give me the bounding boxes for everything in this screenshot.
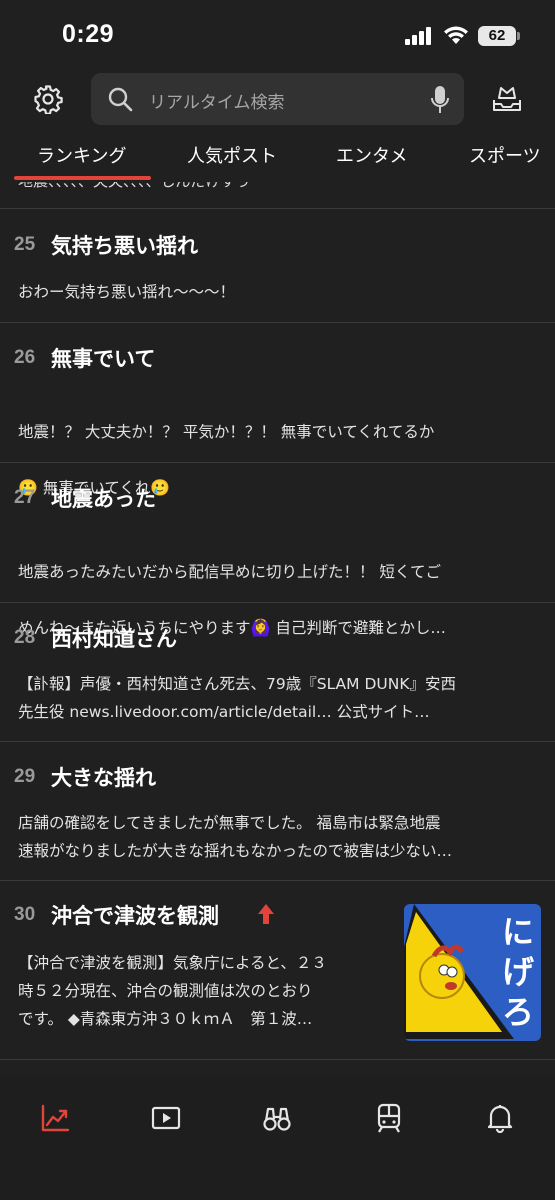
divider <box>0 208 555 209</box>
divider <box>0 602 555 603</box>
divider <box>0 1059 555 1060</box>
divider <box>0 741 555 742</box>
video-icon[interactable] <box>151 1103 181 1133</box>
tab-sports[interactable]: スポーツ <box>469 142 541 168</box>
bell-icon[interactable] <box>485 1103 515 1133</box>
header: リアルタイム検索 <box>0 70 555 130</box>
rank-number: 29 <box>14 766 36 787</box>
cellular-signal-icon <box>405 27 435 45</box>
tab-ranking[interactable]: ランキング <box>37 142 126 168</box>
item-description: 【訃報】声優・西村知道さん死去、79歳『SLAM DUNK』安西 先生役 new… <box>18 675 456 721</box>
rank-number: 30 <box>14 904 36 925</box>
list-item[interactable]: 27 地震あった 地震あったみたいだから配信早めに切り上げた！！ 短くてご めん… <box>0 487 555 637</box>
battery-indicator: 62 <box>478 26 516 46</box>
divider <box>0 462 555 463</box>
item-thumbnail[interactable]: にげろ <box>404 904 541 1041</box>
list-item[interactable]: 25 気持ち悪い揺れ おわー気持ち悪い揺れ〜〜〜！ <box>0 234 555 322</box>
rank-number: 25 <box>14 234 36 255</box>
item-title: 地震あった <box>51 487 156 511</box>
item-title: 無事でいて <box>51 347 156 371</box>
trend-list[interactable]: 地震、、、、、夫夫、、、、しんだけすう 25 気持ち悪い揺れ おわー気持ち悪い揺… <box>0 182 555 1075</box>
trending-up-arrow-icon <box>258 904 274 924</box>
item-title: 西村知道さん <box>51 627 177 651</box>
trending-icon[interactable] <box>40 1103 70 1133</box>
list-item[interactable]: 28 西村知道さん 【訃報】声優・西村知道さん死去、79歳『SLAM DUNK』… <box>0 627 555 742</box>
item-title: 大きな揺れ <box>51 766 156 790</box>
rank-number: 28 <box>14 627 36 648</box>
binoculars-icon[interactable] <box>262 1103 292 1133</box>
item-title: 沖合で津波を観測 <box>51 904 219 928</box>
divider <box>0 880 555 881</box>
item-description: 店舗の確認をしてきましたが無事でした。 福島市は緊急地震 速報がなりましたが大き… <box>18 814 453 860</box>
item-title: 気持ち悪い揺れ <box>51 234 198 258</box>
gear-icon[interactable] <box>33 84 63 114</box>
wifi-icon <box>444 26 468 44</box>
tab-entertainment[interactable]: エンタメ <box>336 142 407 168</box>
thumbnail-caption: にげろ <box>501 913 534 1031</box>
list-item[interactable]: 30 沖合で津波を観測 【沖合で津波を観測】気象庁によると、２３ 時５２分現在、… <box>0 904 555 1054</box>
status-bar: 0:29 62 <box>0 0 555 70</box>
rank-number: 27 <box>14 487 36 508</box>
list-item[interactable]: 29 大きな揺れ 店舗の確認をしてきましたが無事でした。 福島市は緊急地震 速報… <box>0 766 555 881</box>
list-item[interactable]: 26 無事でいて 地震！？ 大丈夫か！？ 平気か！？！ 無事でいてくれてるか 🥲… <box>0 347 555 497</box>
item-description: 【沖合で津波を観測】気象庁によると、２３ 時５２分現在、沖合の観測値は次のとおり… <box>18 954 327 1028</box>
category-tabs: ランキング 人気ポスト エンタメ スポーツ <box>0 130 555 182</box>
item-description: おわー気持ち悪い揺れ〜〜〜！ <box>18 283 236 301</box>
search-bar[interactable]: リアルタイム検索 <box>91 73 464 125</box>
divider <box>0 322 555 323</box>
train-icon[interactable] <box>374 1103 404 1133</box>
description-line: 地震！？ 大丈夫か！？ 平気か！？！ 無事でいてくれてるか <box>18 423 435 441</box>
bottom-navigation <box>0 1075 555 1200</box>
rank-number: 26 <box>14 347 36 368</box>
status-time: 0:29 <box>62 20 115 48</box>
crown-inbox-icon[interactable] <box>491 82 523 114</box>
microphone-icon[interactable] <box>431 85 449 115</box>
partial-previous-item: 地震、、、、、夫夫、、、、しんだけすう <box>18 182 538 191</box>
tab-popular-posts[interactable]: 人気ポスト <box>187 142 277 168</box>
search-input[interactable]: リアルタイム検索 <box>149 88 285 113</box>
battery-tip <box>517 32 520 40</box>
active-tab-indicator <box>14 176 151 180</box>
description-line: 地震あったみたいだから配信早めに切り上げた！！ 短くてご <box>18 563 441 581</box>
search-icon <box>108 87 133 112</box>
